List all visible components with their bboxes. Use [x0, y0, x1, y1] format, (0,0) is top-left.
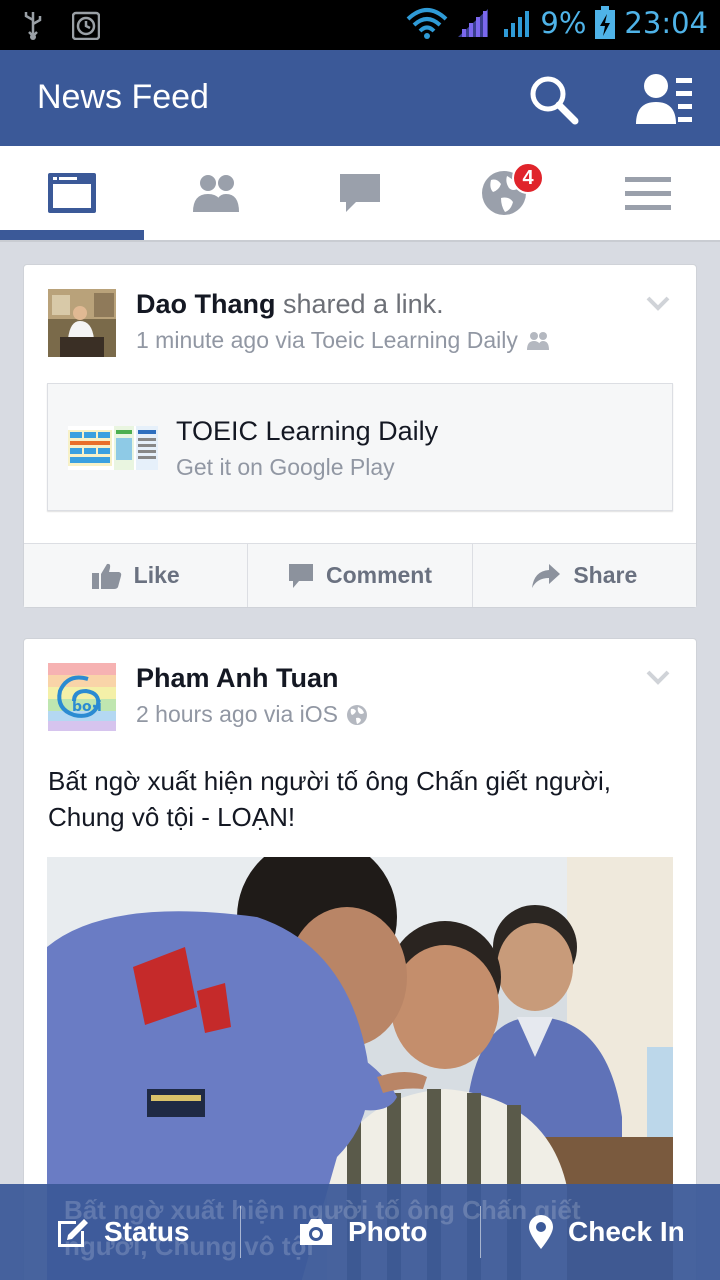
clock: 23:04	[624, 6, 708, 40]
like-label: Like	[133, 562, 180, 588]
svg-text:bo·i: bo·i	[72, 699, 102, 715]
story-actions: Like Comment Share	[24, 543, 696, 607]
signal-icon	[458, 9, 489, 37]
menu-icon	[625, 177, 671, 210]
photo-button[interactable]: Photo	[298, 1184, 427, 1280]
wifi-icon	[407, 8, 448, 39]
location-pin-icon	[529, 1215, 553, 1249]
chevron-down-icon[interactable]	[646, 295, 670, 311]
share-arrow-icon	[532, 563, 561, 588]
author-name[interactable]: Dao Thang	[136, 289, 276, 319]
story-meta: 2 hours ago via iOS	[136, 701, 368, 728]
story-action: shared a link.	[275, 289, 444, 319]
story-header: Pham Anh Tuan	[136, 663, 339, 694]
check-in-label: Check In	[568, 1216, 685, 1247]
link-thumbnail	[68, 426, 158, 470]
alarm-icon	[72, 11, 100, 40]
friends-icon	[526, 331, 549, 350]
share-label: Share	[573, 562, 638, 588]
author-name[interactable]: Pham Anh Tuan	[136, 663, 339, 693]
avatar[interactable]	[48, 289, 116, 357]
search-icon[interactable]	[528, 74, 580, 126]
chevron-down-icon[interactable]	[646, 669, 670, 685]
story-meta: 1 minute ago via Toeic Learning Daily	[136, 327, 550, 354]
photo-label: Photo	[348, 1216, 428, 1247]
page-title: News Feed	[37, 78, 209, 116]
notification-badge: 4	[512, 162, 544, 194]
tab-notifications[interactable]	[432, 146, 576, 240]
story-header: Dao Thang shared a link.	[136, 289, 444, 320]
tab-more[interactable]	[576, 146, 720, 240]
composer-bar: Bất ngờ xuất hiện người tố ông Chấn giết…	[0, 1184, 720, 1280]
thumbs-up-icon	[91, 563, 121, 589]
avatar[interactable]: bo·i	[48, 663, 116, 731]
comment-label: Comment	[325, 562, 433, 588]
chat-bubble-icon	[340, 174, 380, 212]
divider	[240, 1206, 241, 1258]
app-bar: News Feed	[0, 50, 720, 146]
feed-story: Dao Thang shared a link. 1 minute ago vi…	[23, 264, 697, 608]
usb-icon	[24, 12, 42, 40]
tab-messages[interactable]	[288, 146, 432, 240]
check-in-button[interactable]: Check In	[528, 1184, 685, 1280]
like-button[interactable]: Like	[24, 544, 249, 607]
edit-icon	[58, 1219, 88, 1247]
battery-charging-icon	[595, 6, 616, 39]
globe-icon	[347, 704, 368, 725]
share-button[interactable]: Share	[473, 544, 696, 607]
friends-icon	[193, 175, 239, 212]
divider	[480, 1206, 481, 1258]
link-title: TOEIC Learning Daily	[176, 416, 439, 446]
tab-news-feed[interactable]	[0, 146, 144, 240]
tab-friends[interactable]	[144, 146, 288, 240]
comment-icon	[288, 563, 313, 588]
tab-bar: 4	[0, 146, 720, 242]
comment-button[interactable]: Comment	[248, 544, 473, 607]
battery-percent: 9%	[540, 6, 587, 40]
news-feed-icon	[48, 173, 96, 213]
timestamp[interactable]: 1 minute ago via Toeic Learning Daily	[136, 327, 518, 354]
friend-requests-icon[interactable]	[636, 72, 696, 128]
link-subtitle: Get it on Google Play	[176, 454, 395, 480]
status-button[interactable]: Status	[56, 1184, 190, 1280]
timestamp[interactable]: 2 hours ago via iOS	[136, 701, 338, 728]
story-message: Bất ngờ xuất hiện người tố ông Chấn giết…	[48, 766, 611, 832]
camera-icon	[300, 1219, 332, 1245]
signal-icon	[504, 11, 530, 37]
link-attachment[interactable]: TOEIC Learning Daily Get it on Google Pl…	[47, 383, 673, 511]
selected-tab-indicator	[0, 230, 144, 240]
status-label: Status	[104, 1216, 190, 1247]
status-bar: 9% 23:04	[0, 0, 720, 50]
